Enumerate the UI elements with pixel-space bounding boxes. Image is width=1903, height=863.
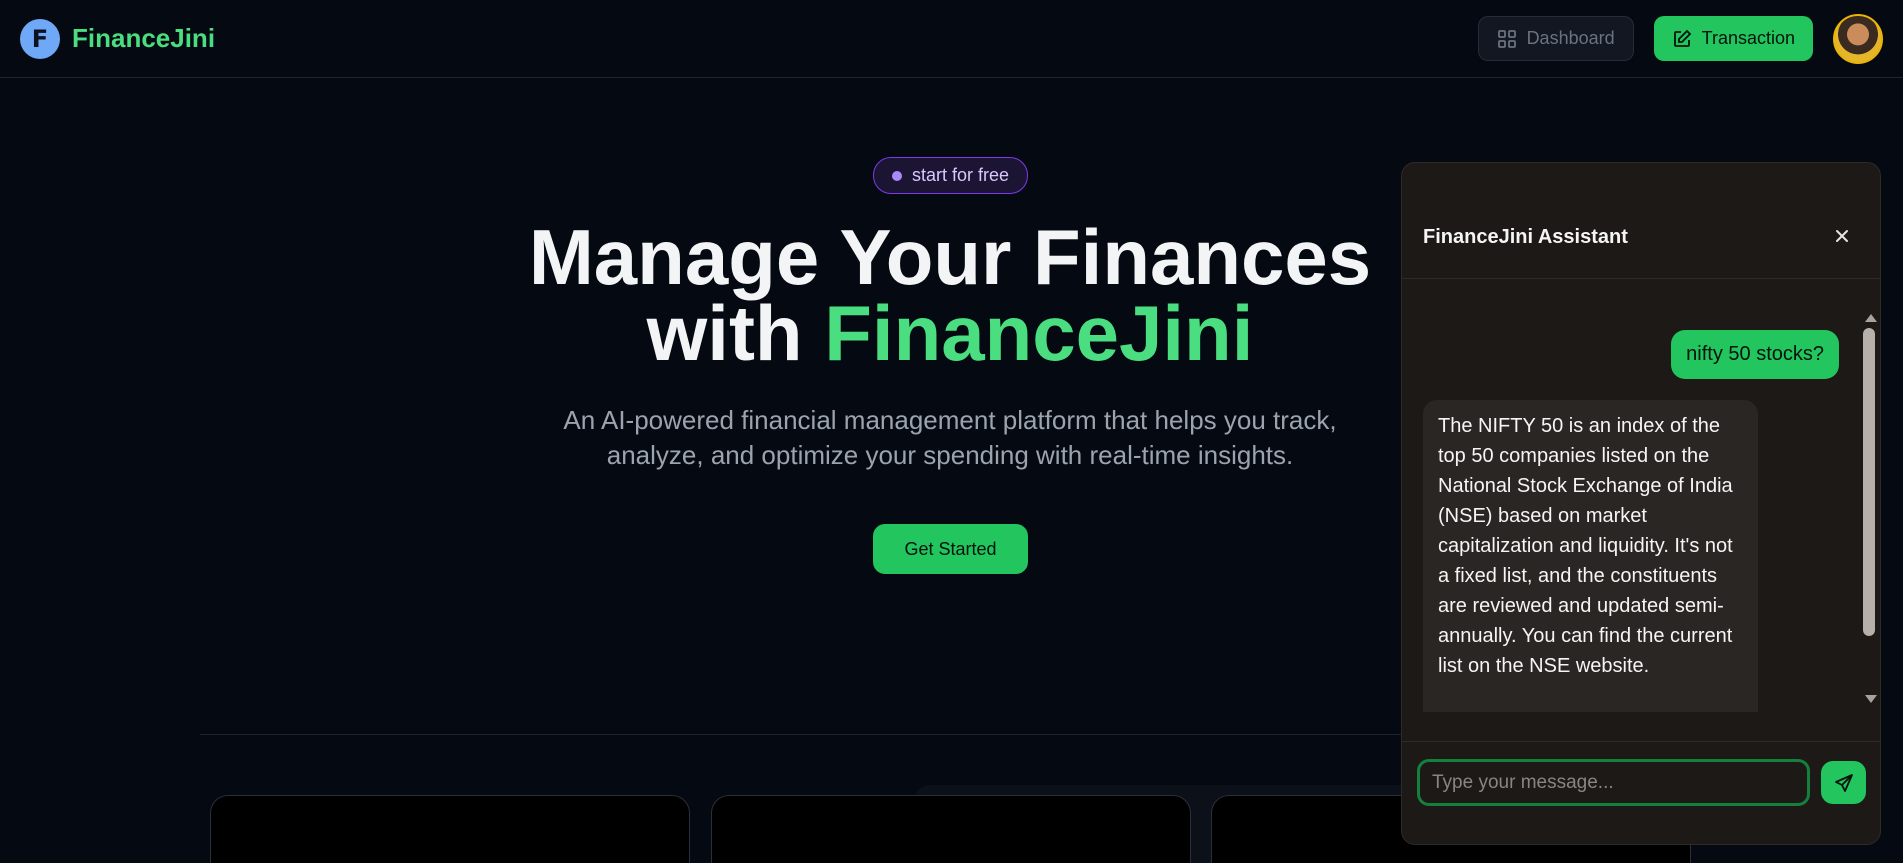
chat-input-area xyxy=(1402,741,1880,846)
scrollbar-thumb[interactable] xyxy=(1863,328,1875,636)
send-icon xyxy=(1834,773,1853,792)
top-navbar: F FinanceJini Dashboard Transaction xyxy=(0,0,1903,78)
grid-icon xyxy=(1497,29,1516,48)
dashboard-button[interactable]: Dashboard xyxy=(1477,16,1634,61)
avatar[interactable] xyxy=(1833,13,1883,64)
transaction-label: Transaction xyxy=(1701,28,1795,48)
hero-subtitle: An AI-powered financial management platf… xyxy=(563,405,1337,470)
user-message: nifty 50 stocks? xyxy=(1671,330,1839,379)
send-button[interactable] xyxy=(1821,761,1866,804)
pen-square-icon xyxy=(1673,29,1691,47)
dashboard-label: Dashboard xyxy=(1526,28,1615,48)
feature-card-1 xyxy=(210,795,690,863)
chat-title: FinanceJini Assistant xyxy=(1423,226,1628,248)
scroll-up-arrow-icon[interactable] xyxy=(1865,314,1877,322)
brand-name: FinanceJini xyxy=(72,23,216,53)
badge-dot-icon xyxy=(891,170,902,181)
scroll-down-arrow-icon[interactable] xyxy=(1865,695,1877,703)
hero-title-with: with xyxy=(646,289,803,377)
chat-header: FinanceJini Assistant xyxy=(1402,163,1880,279)
close-icon[interactable] xyxy=(1829,223,1855,249)
assistant-chat-panel: FinanceJini Assistant nifty 50 stocks? T… xyxy=(1401,162,1881,845)
chat-message-input[interactable] xyxy=(1417,759,1810,806)
hero-title-line2: with FinanceJini xyxy=(450,294,1450,372)
transaction-button[interactable]: Transaction xyxy=(1653,16,1813,61)
finance-f-logo-icon: F xyxy=(20,18,60,59)
start-free-badge: start for free xyxy=(873,157,1028,194)
assistant-message: The NIFTY 50 is an index of the top 50 c… xyxy=(1423,400,1758,712)
nav-actions: Dashboard Transaction xyxy=(1477,13,1883,64)
feature-card-2 xyxy=(711,795,1191,863)
badge-label: start for free xyxy=(911,165,1010,185)
brand[interactable]: F FinanceJini xyxy=(20,18,216,59)
hero-title-line1: Manage Your Finances xyxy=(528,213,1372,301)
hero-title-accent: FinanceJini xyxy=(824,289,1254,377)
hero-title: Manage Your Finances with FinanceJini xyxy=(450,218,1450,372)
get-started-button[interactable]: Get Started xyxy=(873,524,1028,574)
